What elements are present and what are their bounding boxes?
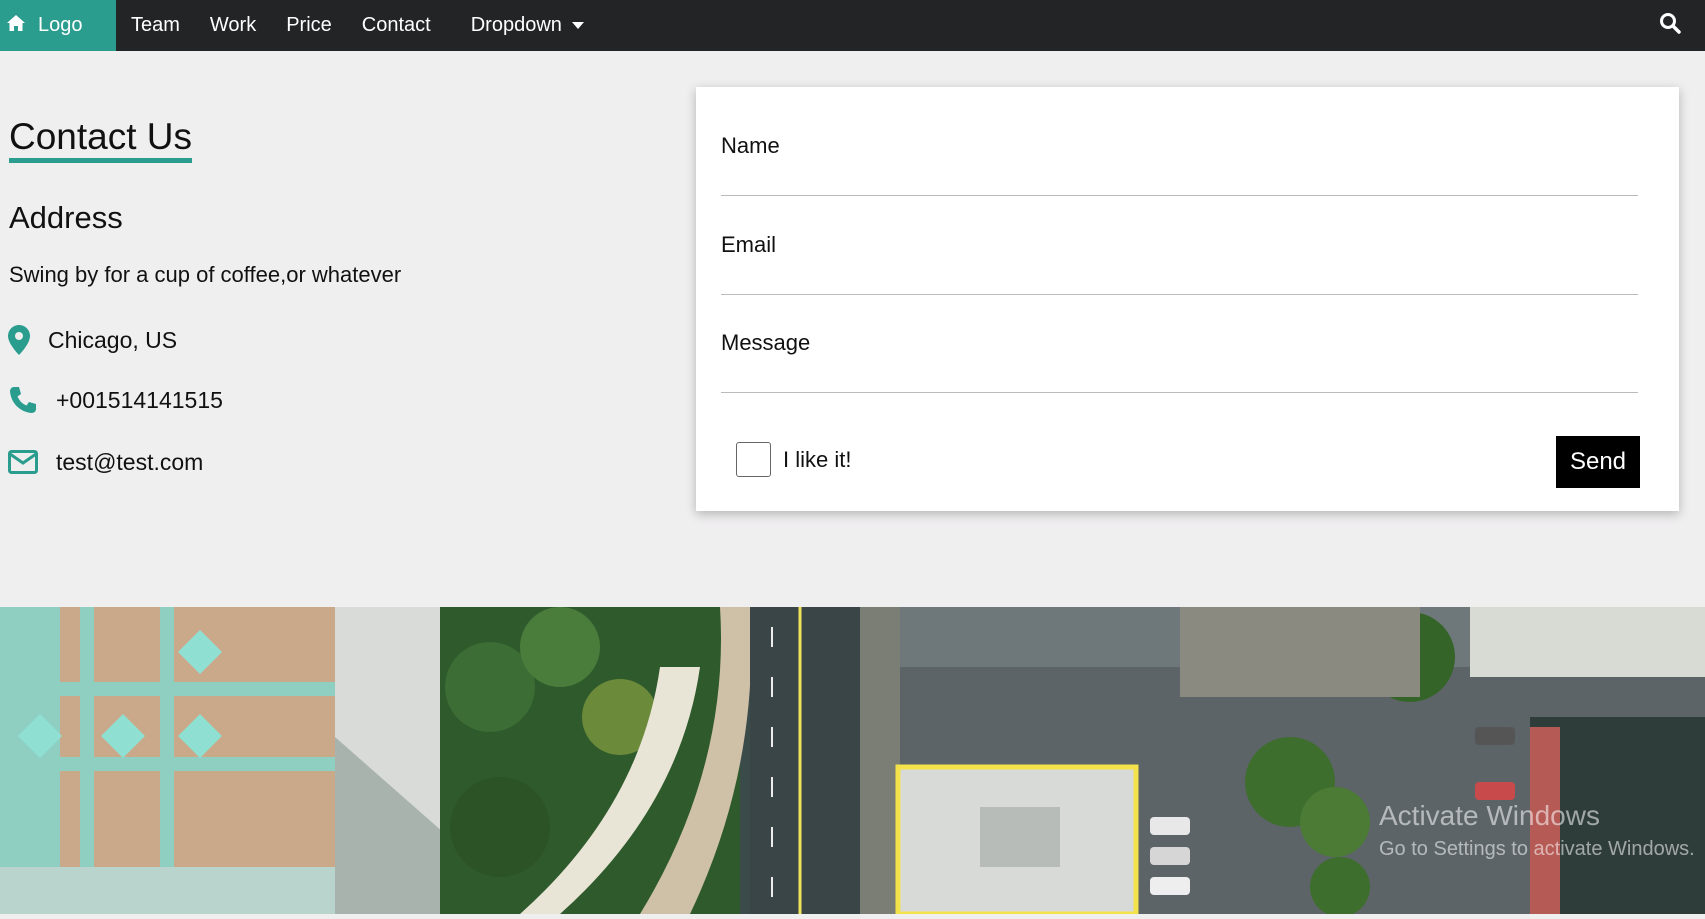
send-button[interactable]: Send [1556,436,1640,488]
contact-form: Name Email Message I like it! Send [696,87,1679,511]
address-text: Swing by for a cup of coffee,or whatever [9,262,402,287]
message-field: Message [721,330,1638,393]
like-checkbox-label: I like it! [783,446,852,472]
aerial-city-image [0,607,1705,914]
location-text: Chicago, US [48,326,178,353]
email-label: Email [721,232,777,257]
name-label: Name [721,133,780,158]
address-heading: Address [9,200,123,235]
watermark-line1: Activate Windows [1379,800,1600,831]
like-checkbox[interactable] [736,442,771,477]
watermark-line2: Go to Settings to activate Windows. [1379,838,1695,860]
message-label: Message [721,330,811,355]
phone-text: +001514141515 [56,386,223,413]
nav-item-team[interactable]: Team [116,0,195,51]
email-row: test@test.com [8,446,203,478]
phone-row: +001514141515 [8,384,223,416]
location-row: Chicago, US [8,324,177,356]
email-field: Email [721,232,1638,295]
caret-down-icon [571,22,584,29]
name-field: Name [721,133,1638,196]
like-checkbox-row: I like it! [736,442,851,477]
logo-label: Logo [38,14,83,36]
logo-link[interactable]: Logo [0,0,116,51]
search-icon[interactable] [1659,12,1683,36]
nav-dropdown-label: Dropdown [470,14,562,36]
email-text: test@test.com [56,448,204,475]
nav-item-contact[interactable]: Contact [347,0,446,51]
page-title: Contact Us [9,117,193,163]
phone-icon [8,384,46,416]
envelope-icon [8,446,46,478]
nav-dropdown[interactable]: Dropdown [456,0,599,51]
activate-windows-watermark: Activate Windows Go to Settings to activ… [1379,800,1695,861]
nav-item-price[interactable]: Price [271,0,347,51]
map-marker-icon [8,324,38,356]
email-input[interactable] [721,260,1638,290]
top-navbar: Logo Team Work Price Contact Dropdown [0,0,1705,51]
home-icon [6,14,26,38]
name-input[interactable] [721,161,1638,191]
nav-item-work[interactable]: Work [195,0,271,51]
message-input[interactable] [721,358,1638,388]
